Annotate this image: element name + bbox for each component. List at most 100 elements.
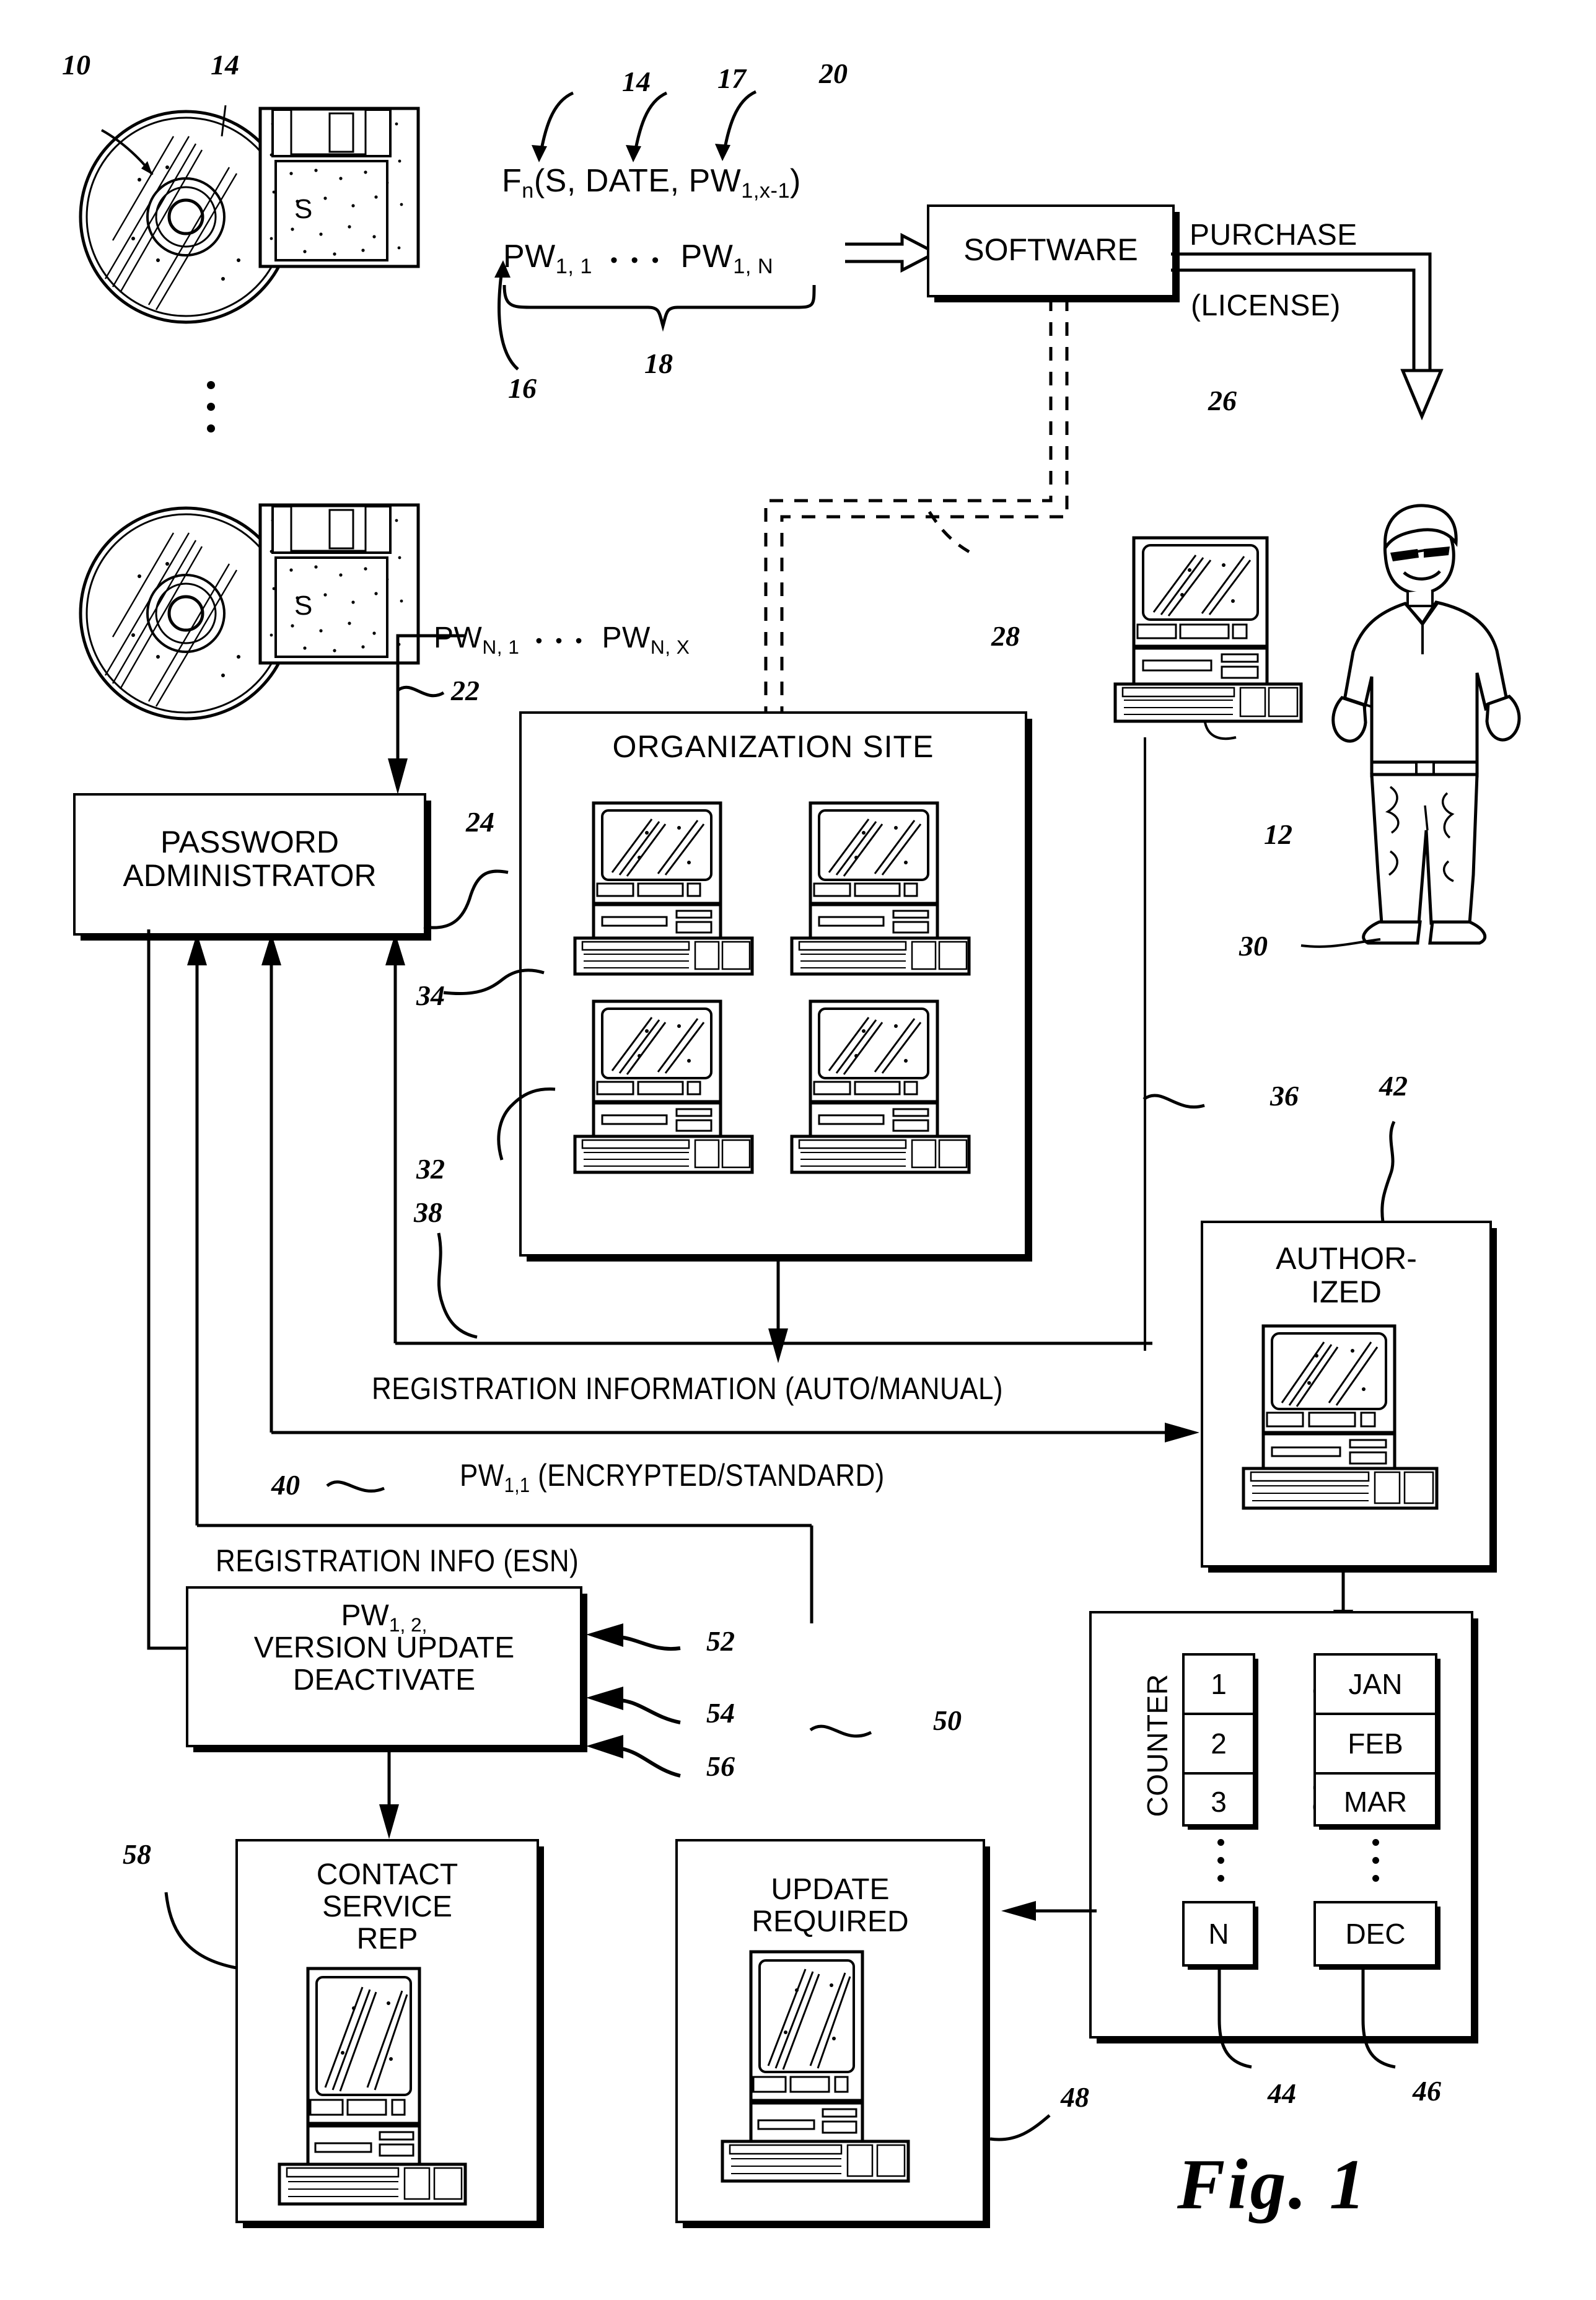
calendar-cell-stack[interactable]: JAN FEB MAR [1313, 1653, 1437, 1827]
pw-update-deactivate-box[interactable]: PW1, 2, VERSION UPDATE DEACTIVATE [186, 1586, 582, 1747]
cd-and-floppy-illustration: S [79, 105, 420, 324]
ref-42: 42 [1379, 1070, 1408, 1102]
ref-48: 48 [1061, 2081, 1089, 2113]
disk-label-s-2: S [294, 590, 312, 621]
authorized-line1: AUTHOR- [1276, 1241, 1417, 1276]
media-vertical-ellipsis [198, 381, 223, 446]
function-args-close: ) [790, 163, 801, 199]
pw-update-line1: PW1, 2, [188, 1599, 580, 1635]
ref-48-leader [989, 2114, 1051, 2141]
pwn-last-subscript: N, X [650, 635, 690, 658]
pw-last-subscript: 1, N [733, 255, 774, 279]
ref-12: 12 [1264, 819, 1292, 850]
ref-56: 56 [706, 1750, 735, 1782]
person-icon [1300, 504, 1521, 948]
software-box[interactable]: SOFTWARE [927, 204, 1175, 297]
calendar-cell-dec: DEC [1313, 1901, 1437, 1967]
ref-58: 58 [123, 1838, 151, 1870]
pw-update-pw-subscript: 1, 2, [388, 1613, 428, 1636]
ref-14-formula: 14 [622, 66, 651, 97]
counter-cell-1: 1 [1185, 1656, 1253, 1715]
function-name: F [502, 163, 522, 199]
calendar-cell-mar: MAR [1343, 1786, 1408, 1818]
calendar-cell-jan: JAN [1316, 1656, 1435, 1715]
software-to-org-dashed-path [757, 297, 1069, 759]
ref-18: 18 [644, 348, 673, 379]
patent-figure-1: S 10 14 S 14 17 20 Fn(S, DATE, PW1,x-1) … [0, 0, 1596, 2300]
counter-to-update-required-arrow [1001, 1901, 1097, 1921]
authorized-line2: IZED [1311, 1275, 1382, 1309]
ref-44: 44 [1268, 2078, 1296, 2109]
pw-update-pw: PW [341, 1599, 389, 1632]
media-pair-top: S [74, 74, 421, 347]
function-expression: Fn(S, DATE, PW1,x-1) [502, 162, 801, 203]
function-args-subscript: 1,x-1 [741, 179, 791, 203]
desktop-computer-icon [721, 1950, 910, 2183]
password-administrator-line1: PASSWORD [160, 825, 339, 859]
ref-52: 52 [706, 1625, 735, 1657]
registration-info-esn-path [187, 933, 813, 1623]
figure-label: Fig. 1 [1177, 2145, 1368, 2224]
ref-16: 16 [508, 372, 537, 404]
ref-52-54-56-arrows [586, 1623, 681, 1778]
pw-first-subscript: 1, 1 [555, 255, 592, 279]
ref-54: 54 [706, 1697, 735, 1729]
ref-50: 50 [933, 1705, 962, 1736]
update-required-computer [712, 1949, 948, 2191]
counter-cell-stack[interactable]: 1 2 3 [1182, 1653, 1255, 1827]
pwn-last: PW [602, 621, 651, 654]
ref-46-leader [1361, 1964, 1396, 2069]
disk-label-s: S [294, 194, 312, 224]
desktop-computer-icon [278, 1967, 467, 2206]
update-required-line2: REQUIRED [752, 1905, 909, 1938]
pw-last: PW [680, 239, 734, 274]
user-person-illustration [1300, 496, 1549, 954]
software-box-label: SOFTWARE [963, 232, 1138, 267]
update-required-box[interactable]: UPDATE REQUIRED [675, 1839, 985, 2223]
ref-16-leader [494, 260, 519, 371]
authorized-computer-illustration [1222, 1323, 1470, 1534]
ref-17: 17 [717, 63, 746, 94]
ref-46: 46 [1413, 2075, 1441, 2107]
calendar-cell-feb: FEB [1316, 1715, 1435, 1775]
counter-vertical-ellipsis [1208, 1839, 1233, 1895]
contact-service-rep-line2: SERVICE [322, 1890, 452, 1923]
counter-cell-2: 2 [1185, 1715, 1253, 1775]
calendar-vertical-ellipsis [1363, 1839, 1388, 1895]
figure-label-container: Fig. 1 [1177, 2144, 1561, 2268]
contact-service-rep-computer [270, 1966, 505, 2214]
admin-left-feedback-path [147, 929, 221, 1650]
pw-update-line2: VERSION UPDATE [253, 1631, 515, 1664]
ref-24: 24 [466, 806, 494, 838]
ref-26: 26 [1208, 385, 1237, 416]
ref-20: 20 [819, 58, 848, 89]
contact-service-rep-box[interactable]: CONTACT SERVICE REP [235, 1839, 539, 2223]
pw-box-to-contact-arrow [379, 1752, 399, 1839]
update-required-line1: UPDATE [771, 1873, 890, 1906]
ref-14-disk: 14 [211, 49, 239, 81]
pwn-first-subscript: N, 1 [482, 635, 520, 658]
ref-42-leader [1380, 1120, 1396, 1222]
ref-36: 36 [1270, 1080, 1299, 1112]
pw-update-line3: DEACTIVATE [292, 1663, 476, 1696]
ref-28: 28 [991, 620, 1020, 652]
registration-info-esn-label: REGISTRATION INFO (ESN) [216, 1543, 579, 1578]
ref-30: 30 [1239, 930, 1268, 962]
desktop-computer-icon [1242, 1324, 1439, 1510]
authorized-box[interactable]: AUTHOR- IZED [1201, 1221, 1492, 1568]
contact-service-rep-line3: REP [356, 1922, 418, 1955]
ref-22: 22 [451, 675, 480, 706]
pw-n-series-expression: PWN, 1 • • • PWN, X [434, 621, 690, 658]
function-subscript: n [522, 179, 534, 203]
ref-10: 10 [62, 49, 90, 81]
pwn-series-dots: • • • [535, 630, 586, 652]
counter-title: COUNTER [1141, 1674, 1173, 1817]
ref-44-leader [1217, 1964, 1252, 2069]
contact-service-rep-line1: CONTACT [316, 1858, 458, 1891]
counter-cell-n: N [1182, 1901, 1255, 1967]
organization-site-title: ORGANIZATION SITE [612, 729, 934, 764]
password-administrator-line2: ADMINISTRATOR [123, 858, 377, 893]
counter-cell-3: 3 [1211, 1786, 1227, 1818]
password-administrator-box[interactable]: PASSWORD ADMINISTRATOR [73, 793, 426, 936]
function-args: (S, DATE, PW [533, 163, 742, 199]
